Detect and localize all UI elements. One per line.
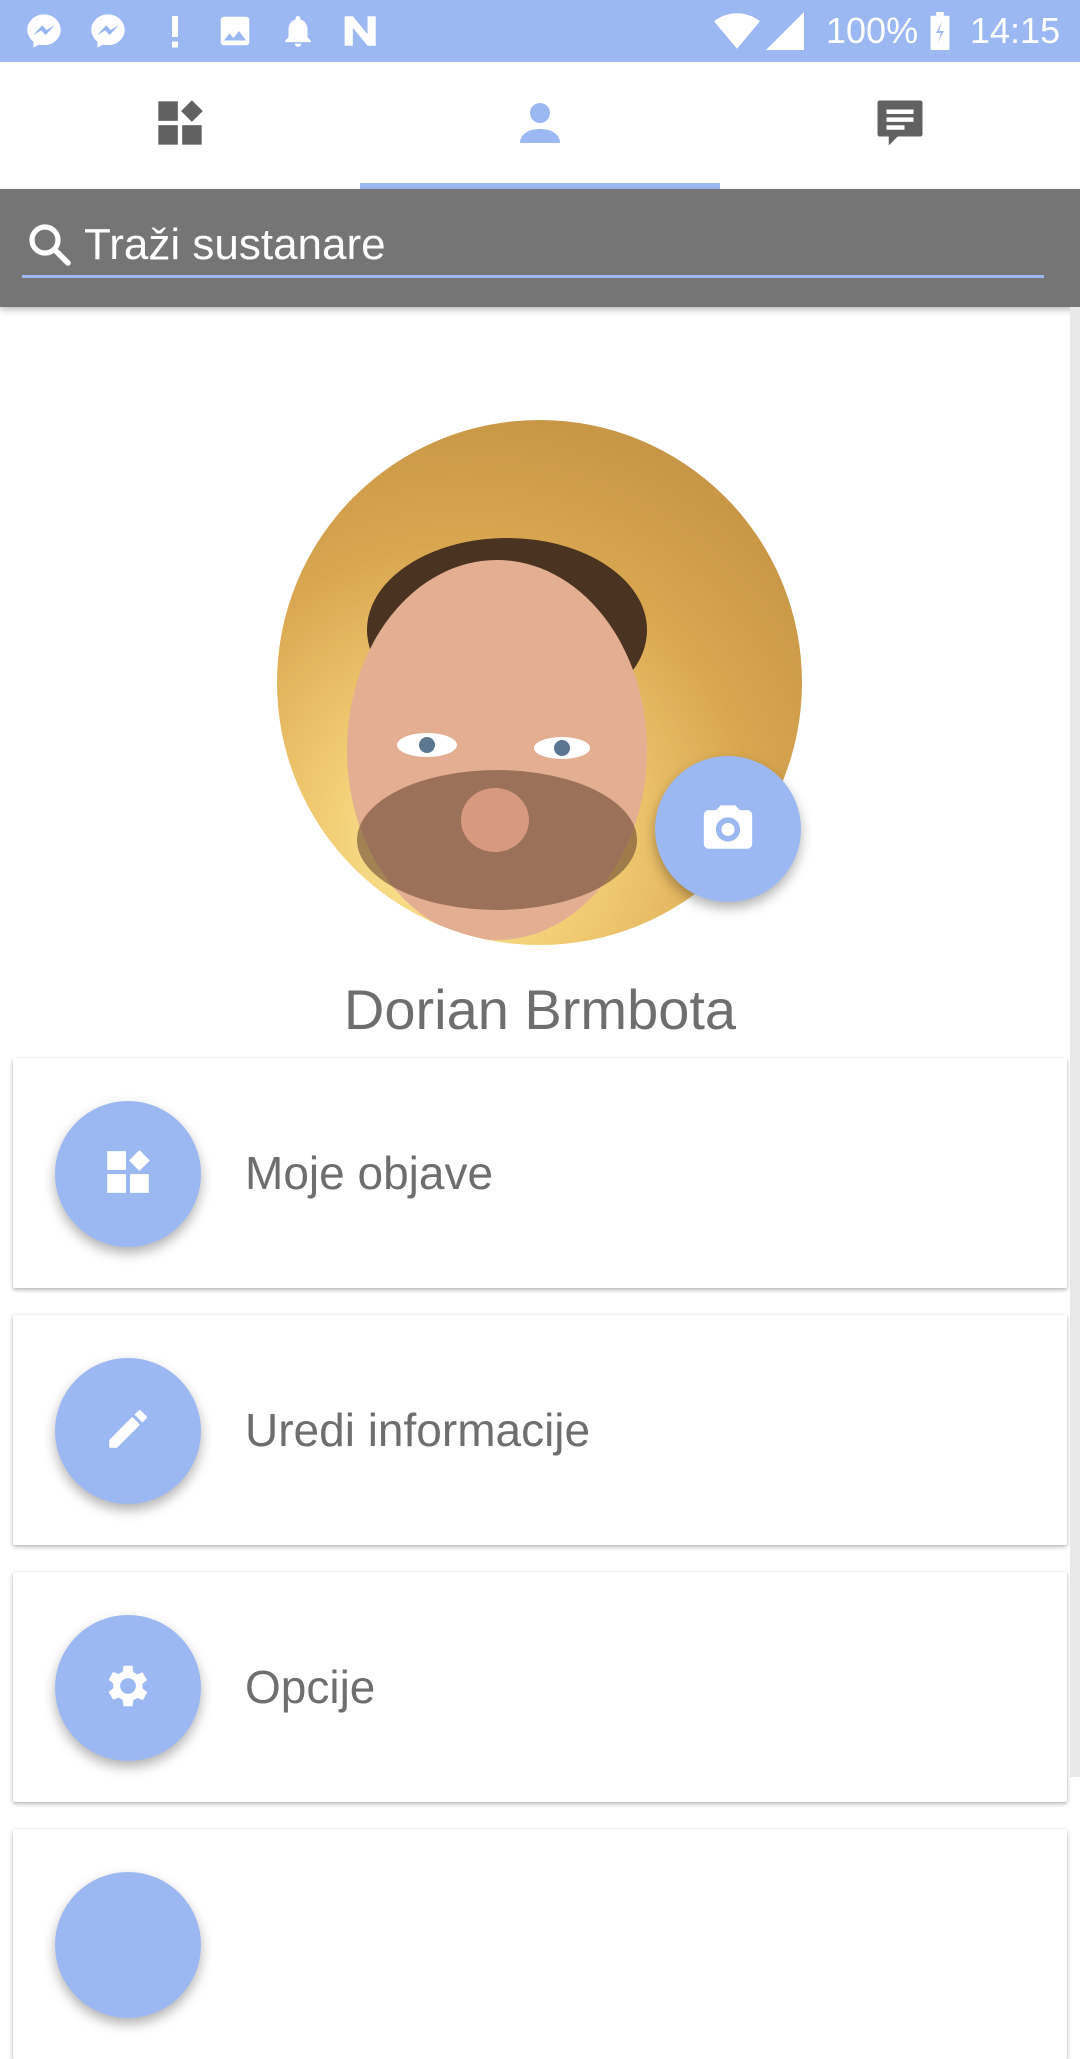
search-input[interactable] <box>84 217 1024 273</box>
menu-item-label: Uredi informacije <box>245 1404 591 1456</box>
battery-icon <box>928 12 952 50</box>
menu-item-label: Opcije <box>245 1661 376 1713</box>
dashboard-icon <box>153 97 207 154</box>
camera-icon <box>699 802 757 857</box>
menu-item-my-posts[interactable]: Moje objave <box>13 1058 1067 1288</box>
profile-name: Dorian Brmbota <box>343 978 737 1041</box>
dashboard-icon <box>103 1147 153 1202</box>
search-bar <box>0 189 1080 307</box>
tab-dashboard[interactable] <box>0 62 360 189</box>
n-icon <box>341 12 381 50</box>
menu-item-options[interactable]: Opcije <box>13 1572 1067 1802</box>
bell-icon <box>279 12 317 50</box>
tab-bar <box>0 62 1080 189</box>
image-icon <box>216 12 254 50</box>
menu-item-edit-info[interactable]: Uredi informacije <box>13 1315 1067 1545</box>
search-field[interactable] <box>22 217 1044 278</box>
menu-item-label: Moje objave <box>245 1147 494 1199</box>
person-icon <box>516 99 564 152</box>
messenger-icon <box>24 12 64 50</box>
gear-icon <box>101 1659 155 1718</box>
tab-profile[interactable] <box>360 62 720 189</box>
clock: 14:15 <box>970 10 1061 51</box>
menu-item-partial[interactable] <box>13 1829 1067 2059</box>
pencil-icon <box>103 1404 153 1459</box>
search-icon <box>26 221 74 274</box>
status-bar: 100% 14:15 <box>0 0 1080 62</box>
signal-icon <box>765 12 805 50</box>
wifi-icon <box>714 12 760 50</box>
battery-percent: 100% <box>826 10 919 51</box>
menu-icon-circle <box>55 1872 201 2018</box>
menu-icon-circle <box>55 1358 201 1504</box>
tab-messages[interactable] <box>720 62 1080 189</box>
change-photo-button[interactable] <box>655 756 801 902</box>
exclamation-icon <box>165 12 185 50</box>
messenger-icon <box>88 12 128 50</box>
message-icon <box>872 96 928 155</box>
menu-icon-circle <box>55 1101 201 1247</box>
menu-icon-circle <box>55 1615 201 1761</box>
